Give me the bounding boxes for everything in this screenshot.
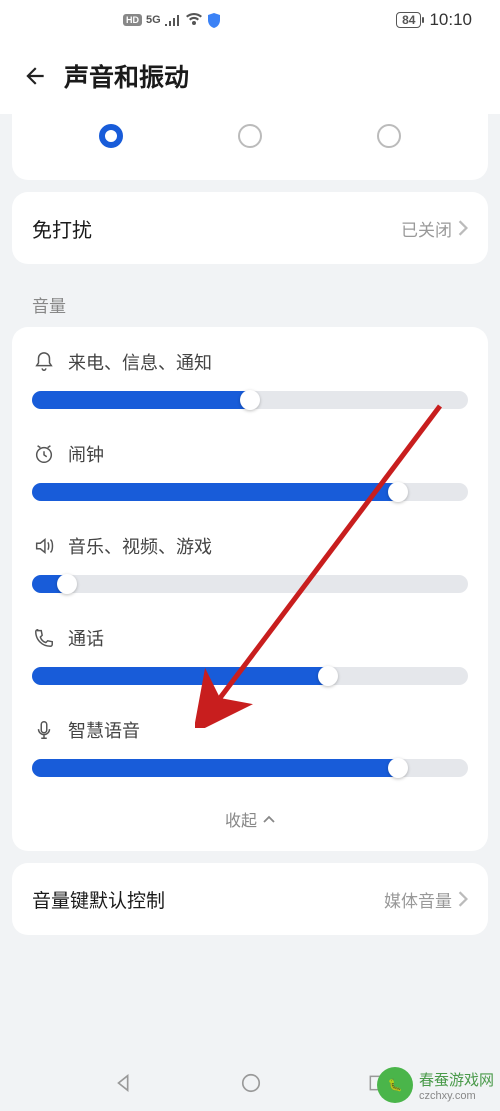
radio-icon xyxy=(238,124,262,148)
mic-icon xyxy=(32,719,56,741)
sound-mode-card xyxy=(12,112,488,180)
volume-label: 闹钟 xyxy=(68,441,104,467)
volume-slider-voice[interactable] xyxy=(32,759,468,777)
collapse-label: 收起 xyxy=(225,807,257,831)
bell-icon xyxy=(32,351,56,373)
watermark-logo-icon: 🐛 xyxy=(377,1067,413,1103)
dnd-status: 已关闭 xyxy=(401,216,452,241)
watermark-name: 春蚕游戏网 xyxy=(419,1069,494,1090)
volume-label: 音乐、视频、游戏 xyxy=(68,533,212,559)
page-title: 声音和振动 xyxy=(64,58,189,94)
signal-icon xyxy=(165,14,181,26)
dnd-card: 免打扰 已关闭 xyxy=(12,192,488,264)
chevron-up-icon xyxy=(263,815,275,823)
sound-mode-silent[interactable] xyxy=(377,124,401,148)
dnd-label: 免打扰 xyxy=(32,214,92,243)
radio-selected-icon xyxy=(99,124,123,148)
page-header: 声音和振动 xyxy=(0,40,500,114)
default-control-card: 音量键默认控制 媒体音量 xyxy=(12,863,488,935)
default-control-row[interactable]: 音量键默认控制 媒体音量 xyxy=(32,863,468,935)
volume-item-alarm: 闹钟 xyxy=(32,423,468,515)
nav-back-icon[interactable] xyxy=(113,1072,135,1094)
volume-slider-media[interactable] xyxy=(32,575,468,593)
volume-label: 来电、信息、通知 xyxy=(68,349,212,375)
default-control-value: 媒体音量 xyxy=(384,887,452,912)
volume-card: 来电、信息、通知 闹钟 音乐、视频、游戏 通话 xyxy=(12,327,488,851)
nav-home-icon[interactable] xyxy=(240,1072,262,1094)
volume-section-label: 音量 xyxy=(0,276,500,327)
hd-icon: HD xyxy=(123,14,142,26)
back-arrow-icon[interactable] xyxy=(22,63,48,89)
radio-icon xyxy=(377,124,401,148)
clock-icon xyxy=(32,443,56,465)
chevron-right-icon xyxy=(458,891,468,907)
watermark-site: czchxy.com xyxy=(419,1090,494,1102)
default-control-label: 音量键默认控制 xyxy=(32,886,165,913)
volume-slider-alarm[interactable] xyxy=(32,483,468,501)
battery-level: 84 xyxy=(396,12,421,28)
clock: 10:10 xyxy=(429,10,472,30)
volume-item-voice: 智慧语音 xyxy=(32,699,468,791)
volume-label: 智慧语音 xyxy=(68,717,140,743)
collapse-button[interactable]: 收起 xyxy=(32,791,468,851)
sound-mode-vibrate[interactable] xyxy=(238,124,262,148)
dnd-row[interactable]: 免打扰 已关闭 xyxy=(32,192,468,264)
phone-icon xyxy=(32,627,56,649)
volume-item-call: 通话 xyxy=(32,607,468,699)
speaker-icon xyxy=(32,535,56,557)
shield-icon xyxy=(207,13,221,28)
chevron-right-icon xyxy=(458,220,468,236)
sound-mode-ring[interactable] xyxy=(99,124,123,148)
volume-label: 通话 xyxy=(68,625,104,651)
volume-item-ring: 来电、信息、通知 xyxy=(32,331,468,423)
network-type: 5G xyxy=(146,14,161,26)
wifi-icon xyxy=(185,13,203,27)
watermark: 🐛 春蚕游戏网 czchxy.com xyxy=(377,1067,494,1103)
volume-item-media: 音乐、视频、游戏 xyxy=(32,515,468,607)
status-bar: HD 5G 84 10:10 xyxy=(0,0,500,40)
volume-slider-ring[interactable] xyxy=(32,391,468,409)
volume-slider-call[interactable] xyxy=(32,667,468,685)
